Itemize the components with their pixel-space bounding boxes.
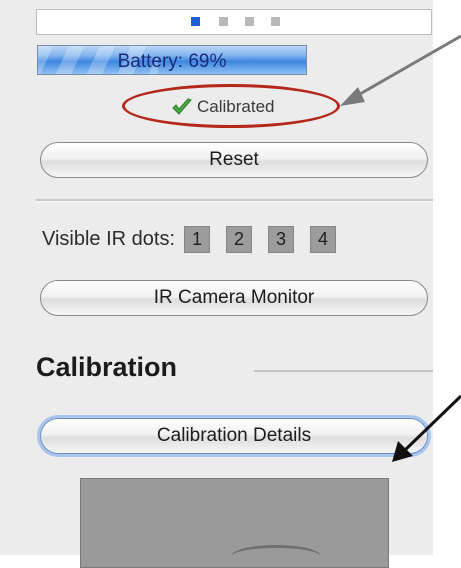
calibration-details-button[interactable]: Calibration Details [40,418,428,454]
ir-dot-4-indicator: 4 [310,225,337,253]
annotation-highlight-ellipse [122,84,340,128]
led-4-indicator [271,17,280,26]
led-indicator-strip [36,9,432,35]
ir-dots-row: Visible IR dots: 1 2 3 4 [42,224,352,254]
ir-camera-monitor-button[interactable]: IR Camera Monitor [40,280,428,316]
ir-dot-2-indicator: 2 [226,225,253,253]
section-title-calibration: Calibration [36,352,178,382]
ir-dots-label: Visible IR dots: [42,227,176,250]
ir-dot-1-indicator: 1 [184,225,211,253]
battery-label: Battery: 69% [117,51,227,72]
battery-level-bar: Battery: 69% [37,45,307,75]
led-1-indicator [191,17,200,26]
right-margin [433,0,461,555]
divider [36,199,433,202]
section-divider [254,370,433,372]
ir-dot-3-indicator: 3 [268,225,295,253]
led-2-indicator [219,17,228,26]
reset-button[interactable]: Reset [40,142,428,178]
led-3-indicator [245,17,254,26]
